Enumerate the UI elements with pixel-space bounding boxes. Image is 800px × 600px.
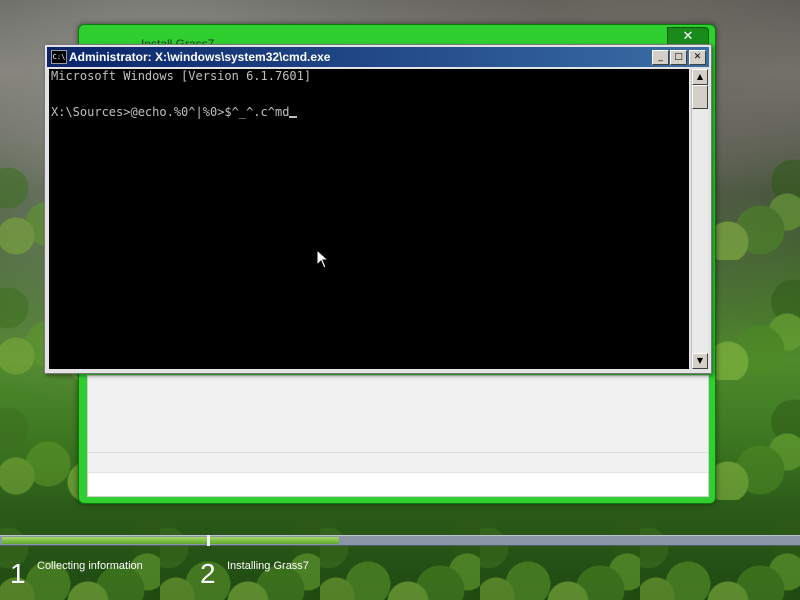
- console-prompt-text: X:\Sources>@echo.%0^|%0>$^_^.c^md: [51, 105, 290, 119]
- step-label: Installing Grass7: [227, 560, 309, 572]
- progress-step1-fill: [2, 537, 207, 544]
- console-version-text: Microsoft Windows [Version 6.1.7601]: [51, 69, 312, 83]
- scroll-up-button[interactable]: ▲: [692, 69, 708, 85]
- mouse-pointer-icon: [316, 249, 330, 269]
- cmd-window-title: Administrator: X:\windows\system32\cmd.e…: [69, 50, 331, 64]
- setup-divider: [88, 452, 708, 453]
- progress-step2-fill: [210, 537, 339, 544]
- cmd-titlebar[interactable]: C:\ Administrator: X:\windows\system32\c…: [47, 47, 709, 67]
- console-line: Microsoft Windows [Version 6.1.7601]: [51, 67, 311, 85]
- console-scrollbar[interactable]: ▲ ▼: [691, 69, 708, 369]
- step-label: Collecting information: [37, 560, 143, 572]
- step-number: 1: [10, 558, 26, 589]
- cmd-icon[interactable]: C:\: [51, 50, 67, 64]
- scroll-thumb[interactable]: [692, 85, 708, 109]
- maximize-button[interactable]: □: [670, 50, 687, 65]
- console-line: X:\Sources>@echo.%0^|%0>$^_^.c^md: [51, 103, 298, 121]
- console-output[interactable]: Microsoft Windows [Version 6.1.7601] X:\…: [49, 69, 689, 369]
- setup-content-area: [87, 375, 709, 497]
- scroll-down-button[interactable]: ▼: [692, 353, 708, 369]
- close-button[interactable]: ✕: [689, 50, 706, 65]
- setup-progress-bar: [0, 535, 800, 546]
- minimize-button[interactable]: _: [652, 50, 669, 65]
- cmd-window[interactable]: C:\ Administrator: X:\windows\system32\c…: [44, 44, 712, 374]
- step-number: 2: [200, 558, 216, 589]
- text-cursor: [289, 116, 298, 118]
- setup-footer: [88, 472, 708, 496]
